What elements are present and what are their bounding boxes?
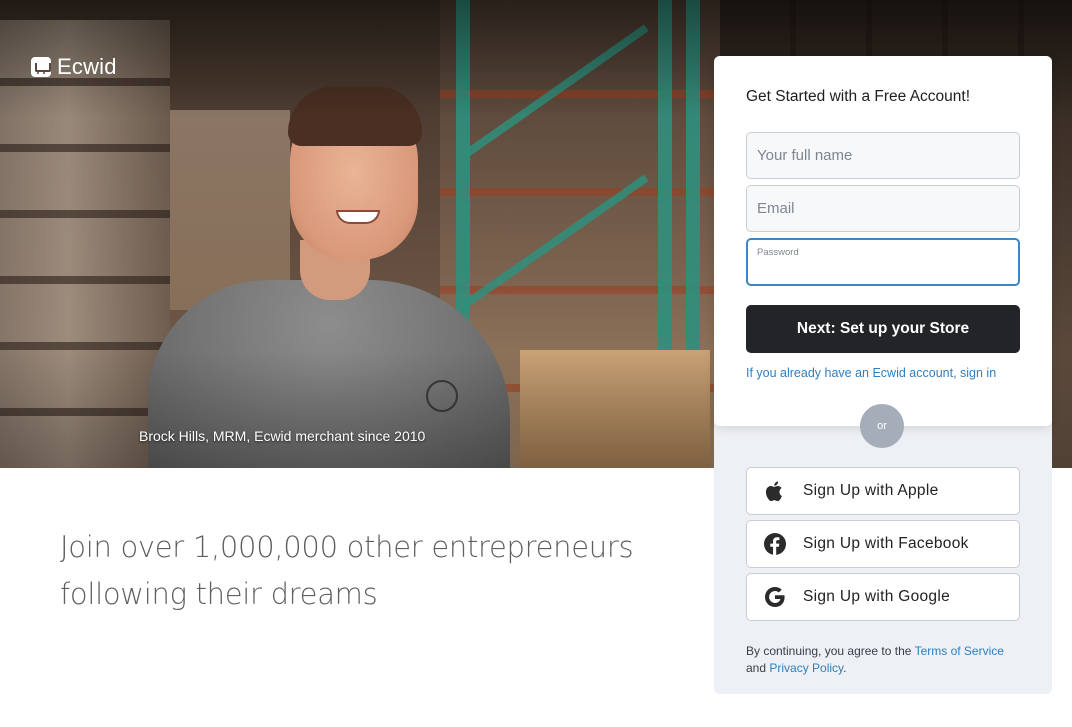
- sign-up-facebook-button[interactable]: Sign Up with Facebook: [746, 520, 1020, 568]
- apple-button-label: Sign Up with Apple: [803, 482, 939, 499]
- tagline: Join over 1,000,000 other entrepreneurs …: [60, 524, 640, 618]
- sign-up-apple-button[interactable]: Sign Up with Apple: [746, 467, 1020, 515]
- facebook-button-label: Sign Up with Facebook: [803, 535, 969, 552]
- ecwid-logo[interactable]: Ecwid: [31, 54, 117, 80]
- password-field[interactable]: Password: [746, 238, 1020, 286]
- password-input[interactable]: [756, 260, 1010, 282]
- hero-caption: Brock Hills, MRM, Ecwid merchant since 2…: [139, 428, 426, 444]
- form-title: Get Started with a Free Account!: [746, 88, 971, 105]
- brand-name: Ecwid: [57, 54, 117, 79]
- legal-notice: By continuing, you agree to the Terms of…: [746, 643, 1006, 677]
- legal-and: and: [746, 661, 770, 675]
- password-label: Password: [757, 247, 799, 258]
- google-button-label: Sign Up with Google: [803, 588, 951, 605]
- cart-icon: [31, 57, 51, 77]
- apple-icon: [763, 479, 787, 503]
- terms-of-service-link[interactable]: Terms of Service: [915, 644, 1004, 658]
- or-divider: or: [860, 404, 904, 448]
- facebook-icon: [763, 532, 787, 556]
- google-icon: [763, 585, 787, 609]
- sign-up-google-button[interactable]: Sign Up with Google: [746, 573, 1020, 621]
- email-input[interactable]: [746, 185, 1020, 232]
- legal-suffix: .: [843, 661, 847, 675]
- tagline-line-1: Join over 1,000,000 other entrepreneurs: [60, 530, 634, 564]
- legal-prefix: By continuing, you agree to the: [746, 644, 915, 658]
- next-setup-store-button[interactable]: Next: Set up your Store: [746, 305, 1020, 353]
- tagline-line-2: following their dreams: [60, 577, 378, 611]
- full-name-input[interactable]: [746, 132, 1020, 179]
- sign-in-link[interactable]: If you already have an Ecwid account, si…: [746, 366, 996, 380]
- privacy-policy-link[interactable]: Privacy Policy: [769, 661, 843, 675]
